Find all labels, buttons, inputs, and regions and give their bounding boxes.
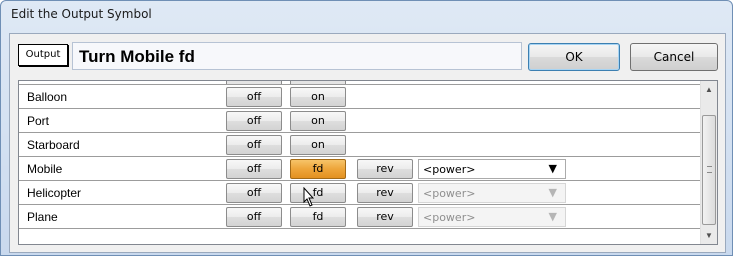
chevron-down-icon: ▼ — [548, 162, 557, 175]
off-button[interactable]: off — [226, 207, 282, 227]
power-select[interactable]: <power> ▼ — [418, 159, 566, 179]
on-button[interactable]: on — [290, 111, 346, 131]
off-button[interactable]: off — [226, 111, 282, 131]
power-select-disabled: <power> ▼ — [418, 183, 566, 203]
output-symbol-label: Output — [25, 49, 61, 60]
list-row-plane: Plane off fd rev <power> ▼ — [19, 205, 702, 229]
list-row-helicopter: Helicopter off fd rev <power> ▼ — [19, 181, 702, 205]
off-button[interactable]: off — [226, 87, 282, 107]
off-button[interactable]: off — [226, 159, 282, 179]
row-label: Helicopter — [27, 186, 82, 200]
chevron-down-icon: ▼ — [548, 186, 557, 199]
actor-list: Balloon off on Port off on Starboard off… — [18, 80, 718, 245]
chevron-down-icon: ▼ — [548, 210, 557, 223]
scroll-down-arrow-icon[interactable]: ▼ — [701, 227, 717, 244]
ok-button[interactable]: OK — [528, 43, 620, 71]
row-label: Port — [27, 114, 50, 128]
power-select-value: <power> — [423, 211, 476, 224]
fd-button[interactable]: fd — [290, 207, 346, 227]
output-symbol-badge: Output — [18, 44, 68, 66]
rev-button[interactable]: rev — [357, 183, 413, 203]
list-row-balloon: Balloon off on — [19, 85, 702, 109]
row-label: Balloon — [27, 90, 68, 104]
scrollbar-grip-icon — [707, 166, 712, 173]
off-button[interactable]: off — [226, 135, 282, 155]
row-label: Starboard — [27, 138, 80, 152]
rev-button[interactable]: rev — [357, 159, 413, 179]
power-select-disabled: <power> ▼ — [418, 207, 566, 227]
on-button[interactable]: on — [290, 135, 346, 155]
list-row-mobile: Mobile off fd rev <power> ▼ — [19, 157, 702, 181]
symbol-name-text: Turn Mobile fd — [79, 47, 195, 66]
off-button[interactable]: off — [226, 183, 282, 203]
mouse-pointer-icon — [303, 187, 315, 207]
fd-button-active[interactable]: fd — [290, 159, 346, 179]
scroll-up-arrow-icon[interactable]: ▲ — [701, 81, 717, 98]
list-row-port: Port off on — [19, 109, 702, 133]
cancel-button[interactable]: Cancel — [630, 43, 718, 71]
row-label: Mobile — [27, 162, 63, 176]
rev-button[interactable]: rev — [357, 207, 413, 227]
window-title: Edit the Output Symbol — [11, 7, 152, 21]
dialog-client-area: Output Turn Mobile fd OK Cancel Balloon … — [9, 33, 726, 253]
on-button[interactable]: on — [290, 87, 346, 107]
row-label: Plane — [27, 210, 58, 224]
scrollbar-thumb[interactable] — [702, 115, 716, 225]
power-select-value: <power> — [423, 163, 476, 176]
dialog-window: Edit the Output Symbol Output Turn Mobil… — [0, 0, 733, 256]
power-select-value: <power> — [423, 187, 476, 200]
vertical-scrollbar[interactable]: ▲ ▼ — [700, 81, 717, 244]
list-row-starboard: Starboard off on — [19, 133, 702, 157]
symbol-name-field[interactable]: Turn Mobile fd — [72, 42, 522, 70]
